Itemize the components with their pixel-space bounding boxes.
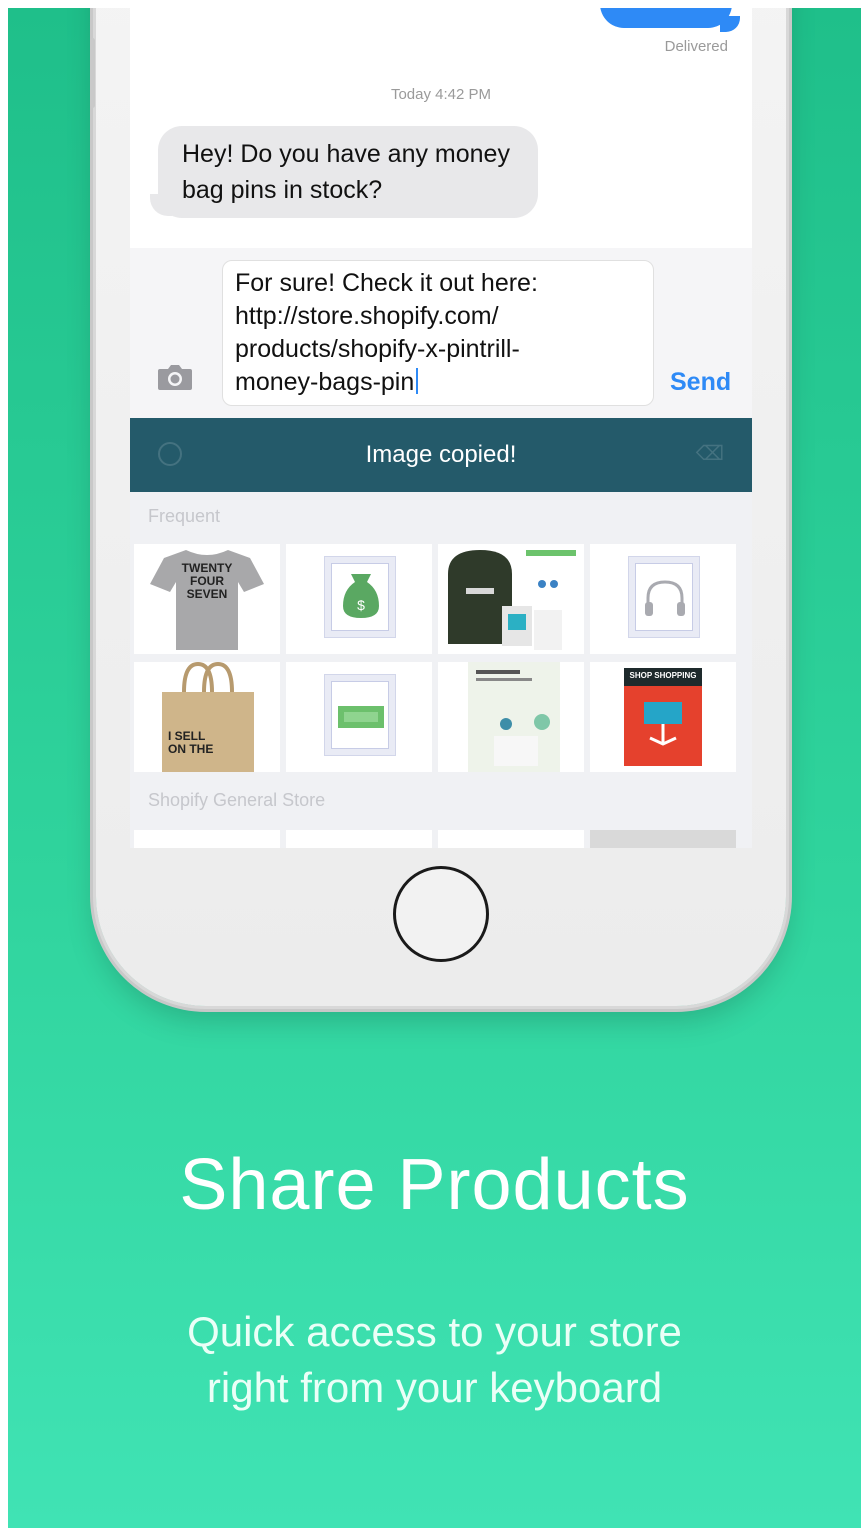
message-input[interactable]: For sure! Check it out here: http://stor…	[222, 260, 654, 406]
product-tile-partial[interactable]	[438, 830, 584, 848]
headline: Share Products	[179, 1145, 690, 1225]
message-input-line: money-bags-pin	[235, 366, 641, 399]
camera-icon[interactable]	[156, 362, 194, 392]
product-tile-backpack[interactable]	[438, 544, 584, 654]
tote-print-line: ON THE	[168, 742, 214, 756]
delivered-status: Delivered	[664, 38, 728, 55]
product-tile-gift-card[interactable]	[286, 662, 432, 772]
product-tile-partial[interactable]	[134, 830, 280, 848]
home-button[interactable]	[393, 866, 489, 962]
text-cursor	[416, 368, 419, 394]
subheadline-line: right from your keyboard	[206, 1364, 663, 1411]
gift-card-icon	[338, 706, 384, 728]
message-timestamp: Today 4:42 PM	[390, 86, 492, 103]
product-tile-partial[interactable]	[590, 830, 736, 848]
backpack-icon	[438, 544, 584, 654]
product-tile-headphones[interactable]	[590, 544, 736, 654]
tote-print: I SELL ON THE	[168, 730, 213, 756]
poster-background: Delivered Today 4:42 PM Hey! Do you have…	[8, 8, 861, 1528]
message-input-line: For sure! Check it out here:	[235, 269, 538, 297]
section-label-store: Shopify General Store	[148, 790, 326, 810]
message-input-line: http://store.shopify.com/	[235, 302, 499, 330]
book-poster-icon	[438, 662, 584, 772]
svg-text:$: $	[357, 597, 365, 613]
product-tile-money-bag-pin[interactable]: $	[286, 544, 432, 654]
tshirt-print-line: SEVEN	[186, 587, 228, 601]
book-title: SHOP SHOPPING	[629, 671, 697, 680]
phone-screen: Delivered Today 4:42 PM Hey! Do you have…	[130, 8, 752, 848]
banner-label: Image copied!	[365, 441, 517, 468]
outgoing-bubble-tail	[720, 16, 740, 32]
image-copied-banner: Image copied! ⌫	[130, 418, 752, 492]
section-label-frequent: Frequent	[148, 506, 221, 526]
product-thumbnail: $	[324, 556, 396, 638]
tshirt-print: TWENTY FOUR SEVEN	[134, 562, 280, 601]
phone-side-button	[90, 38, 95, 108]
product-thumbnail	[628, 556, 700, 638]
subheadline: Quick access to your store right from yo…	[8, 1304, 861, 1416]
message-input-line: products/shopify-x-pintrill-	[235, 335, 520, 363]
incoming-message-bubble: Hey! Do you have any money bag pins in s…	[158, 126, 538, 218]
headphones-icon	[645, 580, 685, 616]
product-tile-tote-bag[interactable]: I SELL ON THE	[134, 662, 280, 772]
send-button[interactable]: Send	[670, 368, 731, 397]
outgoing-message-bubble	[600, 8, 732, 28]
product-tile-partial[interactable]	[286, 830, 432, 848]
product-tile-tshirt[interactable]: TWENTY FOUR SEVEN	[134, 544, 280, 654]
phone-frame: Delivered Today 4:42 PM Hey! Do you have…	[90, 8, 786, 1006]
subheadline-line: Quick access to your store	[187, 1308, 682, 1355]
delete-icon[interactable]: ⌫	[696, 444, 724, 464]
product-tile-shop-book[interactable]: SHOP SHOPPING	[590, 662, 736, 772]
product-keyboard: Frequent TWENTY FOUR SEVEN $ I SELL ON T…	[130, 492, 752, 848]
money-bag-icon: $	[343, 574, 379, 618]
product-tile-book-poster[interactable]	[438, 662, 584, 772]
message-input-last-line: money-bags-pin	[235, 368, 415, 396]
product-thumbnail	[324, 674, 396, 756]
compose-bar: For sure! Check it out here: http://stor…	[130, 248, 752, 418]
globe-icon[interactable]	[158, 442, 182, 466]
